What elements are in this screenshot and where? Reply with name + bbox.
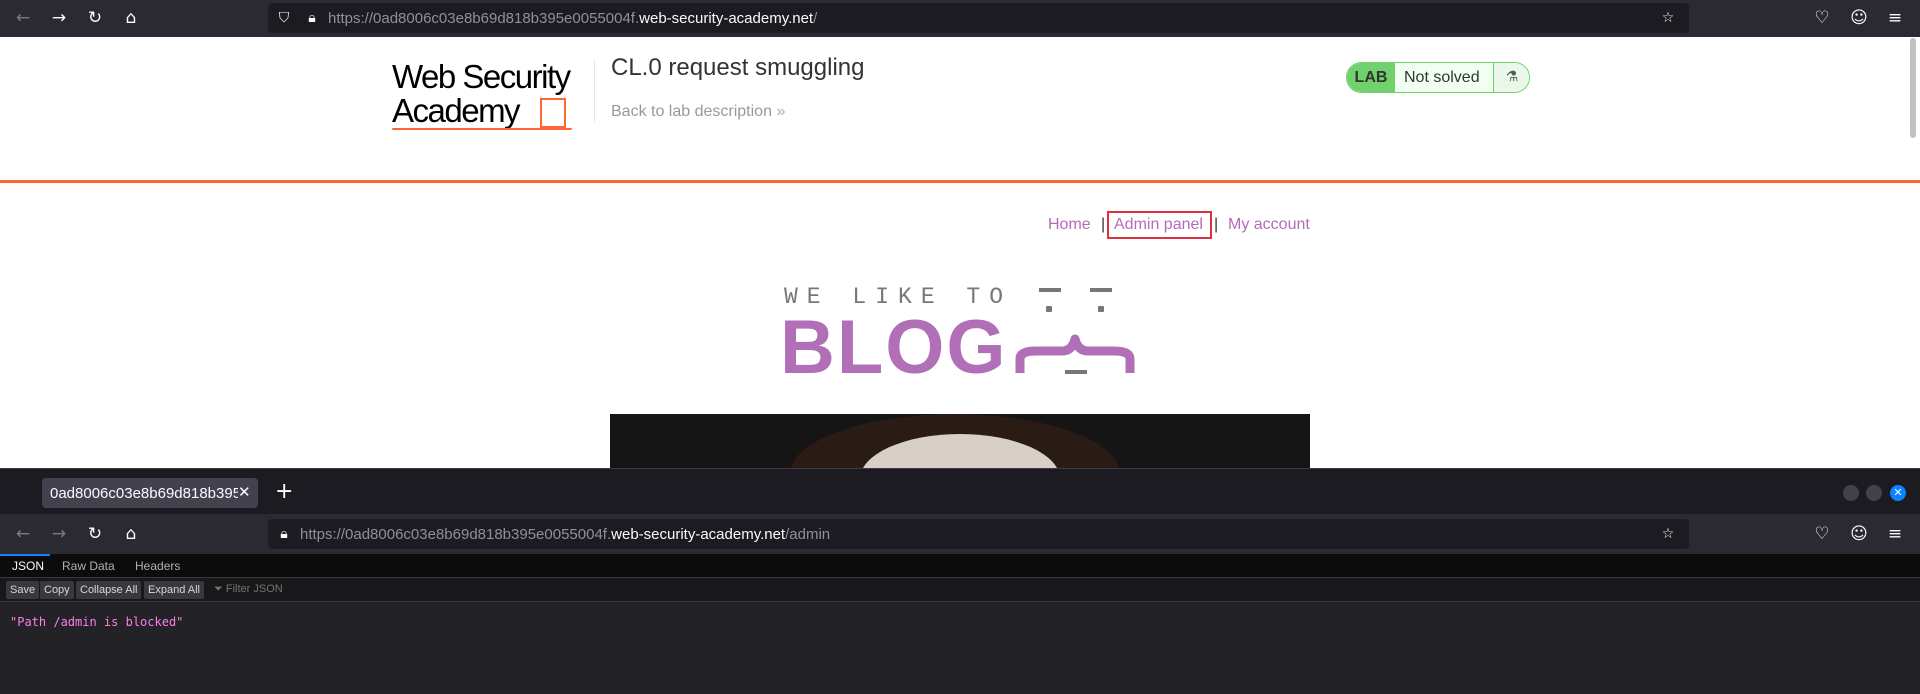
reload-icon[interactable]: ↻ — [84, 523, 106, 545]
json-viewer-toolbar: Save Copy Collapse All Expand All ⏷ Filt… — [0, 578, 1920, 602]
lock-icon[interactable]: 🔒︎ — [274, 524, 294, 544]
maximize-button[interactable] — [1866, 485, 1882, 501]
nav-home-link[interactable]: Home — [1048, 216, 1091, 234]
filter-json-input[interactable]: ⏷ Filter JSON — [214, 583, 283, 596]
flask-icon: ⚗ — [1493, 63, 1529, 92]
star-icon[interactable]: ☆ — [1658, 524, 1678, 544]
header-orange-rule — [0, 180, 1920, 183]
logo-bolt-icon — [540, 98, 566, 128]
tab-strip: 0ad8006c03e8b69d818b395 ✕ + ✕ — [0, 468, 1920, 512]
nav-admin-panel-link[interactable]: Admin panel — [1114, 216, 1203, 234]
tab-headers[interactable]: Headers — [135, 559, 180, 573]
tab-title: 0ad8006c03e8b69d818b395 — [50, 485, 238, 502]
forward-icon[interactable]: → — [48, 523, 70, 545]
address-bar[interactable]: ⛉ 🔒︎ https://0ad8006c03e8b69d818b395e005… — [268, 3, 1689, 33]
json-viewer-tabs: JSON Raw Data Headers — [0, 554, 1920, 578]
json-string-value[interactable]: "Path /admin is blocked" — [10, 615, 183, 629]
tab-json[interactable]: JSON — [12, 559, 44, 573]
back-icon[interactable]: ← — [12, 523, 34, 545]
profile-icon[interactable]: ☺ — [1848, 523, 1870, 545]
back-to-lab-description-link[interactable]: Back to lab description » — [611, 103, 785, 121]
filter-icon: ⏷ — [214, 583, 223, 595]
lab-title: CL.0 request smuggling — [611, 54, 865, 81]
lab-tag: LAB — [1347, 63, 1395, 92]
shield-icon[interactable]: ⛉ — [274, 8, 294, 28]
plus-icon[interactable]: + — [275, 479, 293, 504]
lock-icon[interactable]: 🔒︎ — [302, 8, 322, 28]
home-icon[interactable]: ⌂ — [120, 523, 142, 545]
page-scrollbar[interactable] — [1910, 38, 1916, 138]
url-text[interactable]: https://0ad8006c03e8b69d818b395e0055004f… — [328, 10, 817, 27]
back-link-label: Back to lab description — [611, 103, 772, 120]
forward-icon[interactable]: → — [48, 7, 70, 29]
minimize-button[interactable] — [1843, 485, 1859, 501]
pocket-icon[interactable]: ♡ — [1811, 523, 1833, 545]
menu-icon[interactable]: ≡ — [1884, 7, 1906, 29]
pocket-icon[interactable]: ♡ — [1811, 7, 1833, 29]
nav-my-account-link[interactable]: My account — [1228, 216, 1310, 234]
close-icon[interactable]: ✕ — [238, 483, 251, 501]
blog-post-image[interactable] — [610, 414, 1310, 474]
lab-status-text: Not solved — [1404, 69, 1480, 86]
close-window-button[interactable]: ✕ — [1890, 485, 1906, 501]
nav-separator: | — [1101, 216, 1106, 233]
save-button[interactable]: Save — [6, 581, 40, 599]
address-bar[interactable]: 🔒︎ https://0ad8006c03e8b69d818b395e00550… — [268, 519, 1689, 549]
star-icon[interactable]: ☆ — [1658, 8, 1678, 28]
second-browser-toolbar: ← → ↻ ⌂ 🔒︎ https://0ad8006c03e8b69d818b3… — [0, 514, 1920, 554]
home-icon[interactable]: ⌂ — [120, 7, 142, 29]
logo-line-1: Web Security — [392, 58, 571, 95]
back-icon[interactable]: ← — [12, 7, 34, 29]
expand-all-button[interactable]: Expand All — [144, 581, 204, 599]
active-tab-indicator — [0, 554, 50, 556]
tab-raw-data[interactable]: Raw Data — [62, 559, 115, 573]
copy-button[interactable]: Copy — [40, 581, 74, 599]
top-browser-toolbar: ← → ↻ ⌂ ⛉ 🔒︎ https://0ad8006c03e8b69d818… — [0, 0, 1920, 37]
second-browser-window: 0ad8006c03e8b69d818b395 ✕ + ✕ ← → ↻ ⌂ 🔒︎… — [0, 468, 1920, 694]
header-divider — [594, 60, 595, 122]
collapse-all-button[interactable]: Collapse All — [76, 581, 142, 599]
reload-icon[interactable]: ↻ — [84, 7, 106, 29]
lab-status-badge: LAB Not solved ⚗ — [1346, 62, 1530, 93]
logo-underline — [392, 128, 572, 130]
menu-icon[interactable]: ≡ — [1884, 523, 1906, 545]
logo-line-2: Academy — [392, 92, 521, 129]
filter-placeholder: Filter JSON — [225, 583, 283, 595]
nav-separator: | — [1214, 216, 1219, 233]
banner-blog-word: BLOG — [780, 305, 1008, 390]
double-chevron-icon: » — [776, 103, 786, 120]
url-text[interactable]: https://0ad8006c03e8b69d818b395e0055004f… — [300, 526, 830, 543]
profile-icon[interactable]: ☺ — [1848, 7, 1870, 29]
web-security-academy-logo[interactable]: Web Security Academy — [392, 58, 592, 132]
browser-tab[interactable]: 0ad8006c03e8b69d818b395 ✕ — [42, 478, 258, 508]
json-content-panel: "Path /admin is blocked" — [0, 602, 1920, 694]
